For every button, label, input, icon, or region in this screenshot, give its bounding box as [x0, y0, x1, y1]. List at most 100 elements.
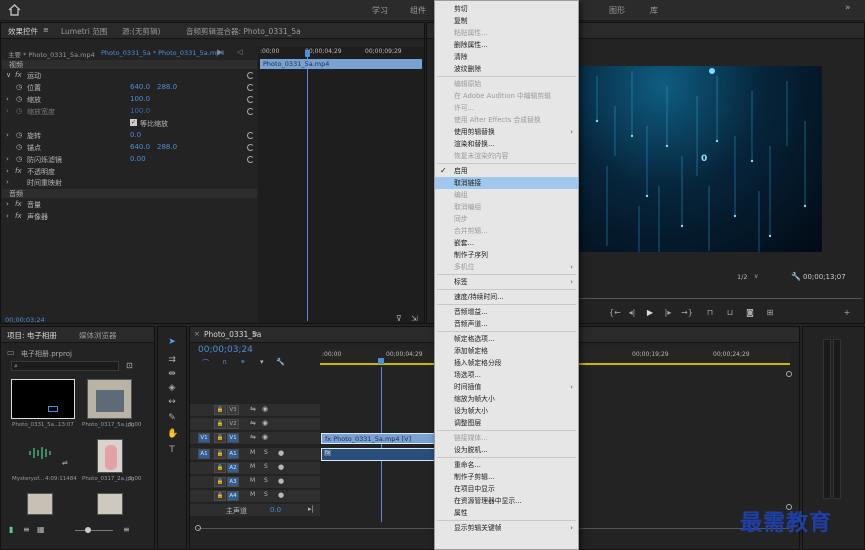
position-y-value[interactable]: 288.0	[157, 83, 177, 91]
mute-button[interactable]: M	[250, 491, 255, 498]
go-to-end-icon[interactable]: ▸|	[308, 505, 314, 513]
tab-effect-controls[interactable]: 效果控件	[8, 26, 38, 37]
tab-audio-clip-mixer[interactable]: 音频剪辑混合器: Photo_0331_5a	[186, 26, 301, 37]
zoom-slider[interactable]	[75, 530, 113, 531]
project-item-thumbnail[interactable]	[87, 379, 132, 419]
menu-item[interactable]: 场选项...	[435, 369, 578, 381]
audio-waveform-icon[interactable]	[27, 446, 55, 460]
menu-item[interactable]: 时间插值 ›	[435, 381, 578, 393]
mute-button[interactable]: M	[250, 477, 255, 484]
scale-value[interactable]: 100.0	[130, 95, 150, 103]
mute-button[interactable]: M	[250, 449, 255, 456]
sequence-clip-label[interactable]: Photo_0331_5a * Photo_0331_5a.mp4	[101, 49, 224, 57]
reset-icon[interactable]	[247, 156, 254, 163]
solo-button[interactable]: S	[264, 491, 268, 498]
solo-button[interactable]: S	[264, 463, 268, 470]
timeline-playhead-handle[interactable]	[378, 358, 384, 364]
microphone-icon[interactable]: ●	[278, 491, 284, 499]
pen-tool-icon[interactable]: ✎	[167, 413, 177, 423]
reset-icon[interactable]	[247, 108, 254, 115]
menu-item[interactable]: 制作子序列	[435, 249, 578, 261]
fx-playhead-handle[interactable]	[305, 50, 310, 57]
sync-lock-icon[interactable]: ⇋	[250, 419, 256, 427]
project-item-thumbnail[interactable]	[97, 493, 123, 515]
expand-chevron-icon[interactable]: ›	[6, 95, 9, 103]
menu-item[interactable]: 速度/持续时间...	[435, 291, 578, 303]
expand-chevron-icon[interactable]: ›	[6, 155, 9, 163]
icon-view-icon[interactable]: ▦	[37, 525, 45, 534]
stopwatch-icon[interactable]: ◷	[16, 83, 22, 91]
sync-lock-icon[interactable]: ⇋	[250, 433, 256, 441]
menu-item[interactable]: 清除	[435, 51, 578, 63]
expand-chevron-icon[interactable]: ›	[6, 131, 9, 139]
track-target-v1[interactable]: V1	[227, 433, 239, 443]
play-icon[interactable]: ▶	[217, 48, 222, 56]
eye-icon[interactable]: ◉	[262, 405, 268, 413]
menu-item[interactable]: 波纹删除	[435, 63, 578, 75]
menu-item[interactable]: 设为脱机...	[435, 444, 578, 456]
tab-lumetri-scopes[interactable]: Lumetri 范围	[61, 26, 107, 37]
menu-item[interactable]: 删除属性...	[435, 39, 578, 51]
master-track-value[interactable]: 0.0	[270, 506, 281, 514]
project-item-thumbnail[interactable]	[27, 493, 53, 515]
rotation-value[interactable]: 0.0	[130, 131, 141, 139]
reset-icon[interactable]	[247, 72, 254, 79]
program-scrubber[interactable]	[577, 298, 862, 299]
scroll-handle-top[interactable]	[786, 371, 792, 377]
time-remap-row[interactable]: › 时间重映射	[2, 178, 257, 187]
track-target-v3[interactable]: V3	[227, 405, 239, 415]
menu-item[interactable]: 剪切	[435, 3, 578, 15]
track-target-a4[interactable]: A4	[227, 491, 239, 501]
lock-icon[interactable]: 🔒	[214, 419, 226, 429]
linked-select-icon[interactable]: ⚭	[240, 358, 246, 366]
workspace-libraries[interactable]: 库	[650, 5, 658, 16]
tab-project[interactable]: 项目: 电子相册	[7, 330, 57, 341]
source-patch-a1[interactable]: A1	[198, 449, 210, 459]
marker-icon[interactable]: ▾	[260, 358, 264, 366]
lock-icon[interactable]: 🔒	[214, 477, 226, 487]
menu-item[interactable]: 渲染和替换...	[435, 138, 578, 150]
wrench-icon[interactable]: 🔧	[791, 272, 801, 281]
lift-icon[interactable]: ⊓	[705, 308, 715, 318]
lock-icon[interactable]: 🔒	[214, 405, 226, 415]
project-item-thumbnail[interactable]	[97, 439, 123, 473]
ripple-edit-tool-icon[interactable]: ⇹	[167, 369, 177, 379]
step-forward-icon[interactable]: |▸	[663, 308, 673, 318]
fx-icon[interactable]: fx	[15, 200, 22, 208]
go-to-in-icon[interactable]: {←	[609, 308, 621, 318]
lock-icon[interactable]: 🔒	[214, 463, 226, 473]
menu-item[interactable]: 设为帧大小	[435, 405, 578, 417]
menu-item[interactable]: 属性	[435, 507, 578, 519]
workspace-assembly[interactable]: 组件	[410, 5, 426, 16]
video-clip[interactable]: fx Photo_0331_5a.mp4 [V]	[321, 433, 435, 444]
solo-button[interactable]: S	[264, 477, 268, 484]
panner-row[interactable]: › fx 声像器	[2, 212, 257, 221]
menu-item[interactable]: 复制	[435, 15, 578, 27]
menu-item[interactable]: 音频增益...	[435, 306, 578, 318]
tab-media-browser[interactable]: 媒体浏览器	[79, 330, 117, 341]
home-icon[interactable]	[8, 4, 21, 16]
expand-chevron-icon[interactable]: ›	[6, 107, 9, 115]
tab-source[interactable]: 源:(无剪辑)	[122, 26, 160, 37]
razor-tool-icon[interactable]: ◈	[167, 383, 177, 393]
stopwatch-icon[interactable]: ◷	[16, 131, 22, 139]
panel-menu-icon[interactable]: ≡	[43, 26, 49, 34]
menu-item[interactable]: 嵌套...	[435, 237, 578, 249]
stopwatch-icon[interactable]: ◷	[16, 155, 22, 163]
expand-chevron-icon[interactable]: ∨	[6, 71, 11, 79]
fx-icon[interactable]: fx	[15, 167, 22, 175]
reset-icon[interactable]	[247, 132, 254, 139]
sort-icon[interactable]: ≡	[123, 525, 130, 534]
track-target-a2[interactable]: A2	[227, 463, 239, 473]
selection-tool-icon[interactable]: ➤	[167, 337, 177, 347]
opacity-row[interactable]: › fx 不透明度	[2, 167, 257, 176]
timeline-timecode[interactable]: 00;00;03;24	[198, 345, 253, 355]
solo-button[interactable]: S	[264, 449, 268, 456]
expand-chevron-icon[interactable]: ›	[6, 167, 9, 175]
stopwatch-icon[interactable]: ◷	[16, 107, 22, 115]
chevron-down-icon[interactable]: ∨	[754, 273, 758, 280]
track-target-a1[interactable]: A1	[227, 449, 239, 459]
expand-chevron-icon[interactable]: ›	[6, 200, 9, 208]
microphone-icon[interactable]: ●	[278, 449, 284, 457]
microphone-icon[interactable]: ●	[278, 463, 284, 471]
